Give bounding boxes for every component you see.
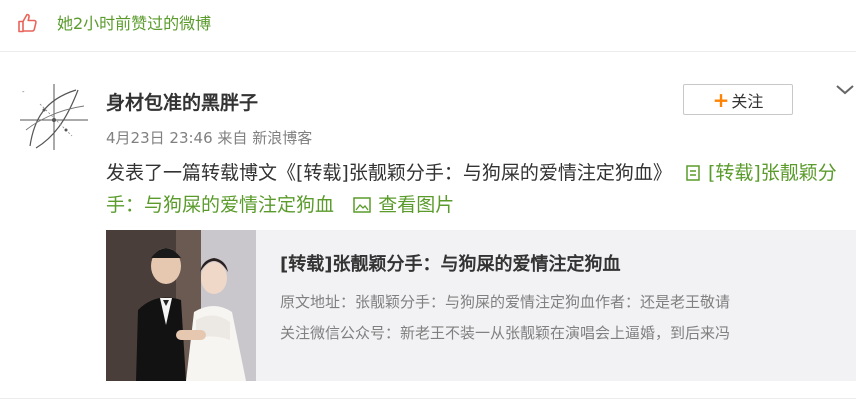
article-icon bbox=[686, 165, 700, 181]
article-thumbnail[interactable] bbox=[106, 230, 256, 381]
view-image-text: 查看图片 bbox=[378, 194, 455, 216]
post-body: 发表了一篇转载博文《[转载]张靓颖分手：与狗屎的爱情注定狗血》 bbox=[106, 162, 672, 184]
card-desc-line-1: 原文地址：张靓颖分手：与狗屎的爱情注定狗血作者：还是老王敬请 bbox=[280, 293, 731, 311]
post-text: 发表了一篇转载博文《[转载]张靓颖分手：与狗屎的爱情注定狗血》 [转载]张靓颖分… bbox=[106, 157, 848, 221]
chevron-down-icon[interactable] bbox=[834, 80, 856, 100]
card-description: 原文地址：张靓颖分手：与狗屎的爱情注定狗血作者：还是老王敬请 关注微信公众号：新… bbox=[280, 287, 840, 349]
plus-icon: + bbox=[712, 87, 730, 112]
post-source[interactable]: 新浪博客 bbox=[252, 129, 312, 147]
thumbs-up-icon bbox=[18, 13, 37, 33]
post-meta: 4月23日 23:46 来自 新浪博客 bbox=[106, 128, 312, 148]
user-avatar[interactable]: - bbox=[16, 80, 92, 156]
follow-label: 关注 bbox=[731, 91, 764, 111]
divider bbox=[0, 398, 856, 399]
post-time[interactable]: 4月23日 23:46 bbox=[106, 129, 213, 147]
view-image-link[interactable]: 查看图片 bbox=[352, 194, 454, 216]
from-label: 来自 bbox=[217, 129, 248, 147]
card-desc-line-2: 关注微信公众号：新老王不装一从张靓颖在演唱会上逼婚，到后来冯 bbox=[280, 324, 731, 342]
liked-activity-text[interactable]: 她2小时前赞过的微博 bbox=[57, 13, 211, 35]
author-name[interactable]: 身材包准的黑胖子 bbox=[106, 90, 258, 116]
liked-activity-bar: 她2小时前赞过的微博 bbox=[0, 0, 856, 52]
article-card[interactable]: [转载]张靓颖分手：与狗屎的爱情注定狗血 原文地址：张靓颖分手：与狗屎的爱情注定… bbox=[106, 230, 856, 381]
follow-button[interactable]: + 关注 bbox=[683, 84, 793, 115]
card-title[interactable]: [转载]张靓颖分手：与狗屎的爱情注定狗血 bbox=[280, 252, 620, 278]
image-icon bbox=[353, 197, 371, 213]
